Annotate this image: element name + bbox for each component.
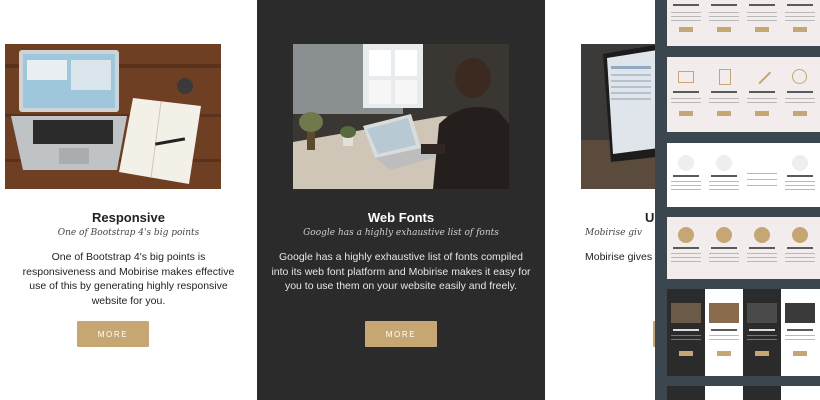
block-thumbnail[interactable] — [667, 386, 820, 400]
camera-icon — [792, 155, 808, 171]
feature-subtitle: One of Bootstrap 4's big points — [57, 228, 200, 238]
feature-subtitle: Mobirise giv — [585, 228, 642, 238]
mobile-icon — [678, 155, 694, 171]
edit-icon — [716, 227, 732, 243]
feature-description: Google has a highly exhaustive list of f… — [271, 251, 531, 292]
feature-title: U — [645, 210, 655, 225]
laptop-desk-image — [5, 44, 221, 189]
block-thumbnail[interactable] — [667, 217, 820, 279]
monitor-icon — [678, 71, 694, 83]
more-button[interactable]: MORE — [77, 321, 149, 347]
pencil-icon — [752, 65, 772, 85]
feature-card-unlimited: U Mobirise giv Mobirise gives y many web… — [545, 0, 655, 400]
feature-subtitle: Google has a highly exhaustive list of f… — [303, 228, 499, 238]
feature-title: Responsive — [92, 210, 165, 225]
globe-icon — [792, 69, 807, 84]
star-icon — [792, 227, 808, 243]
feature-title: Web Fonts — [367, 210, 435, 225]
feature-card-responsive: Responsive One of Bootstrap 4's big poin… — [0, 0, 257, 400]
block-thumbnail[interactable] — [667, 289, 820, 376]
laptop-screen-image — [581, 44, 655, 189]
block-thumbnail[interactable] — [667, 143, 820, 207]
block-thumbnail[interactable] — [667, 57, 820, 132]
globe-icon — [754, 227, 770, 243]
edit-icon — [716, 155, 732, 171]
tablet-icon — [719, 69, 731, 85]
more-button[interactable]: MORE — [365, 321, 437, 347]
bootstrap-icon — [678, 227, 694, 243]
man-working-laptop-image — [293, 44, 509, 189]
blocks-panel — [655, 0, 820, 400]
feature-card-web-fonts: Web Fonts Google has a highly exhaustive… — [257, 0, 545, 400]
feature-description: Mobirise gives y many websites a — [585, 251, 655, 263]
block-thumbnail[interactable] — [667, 0, 820, 46]
feature-description: One of Bootstrap 4's big points is respo… — [22, 251, 235, 307]
